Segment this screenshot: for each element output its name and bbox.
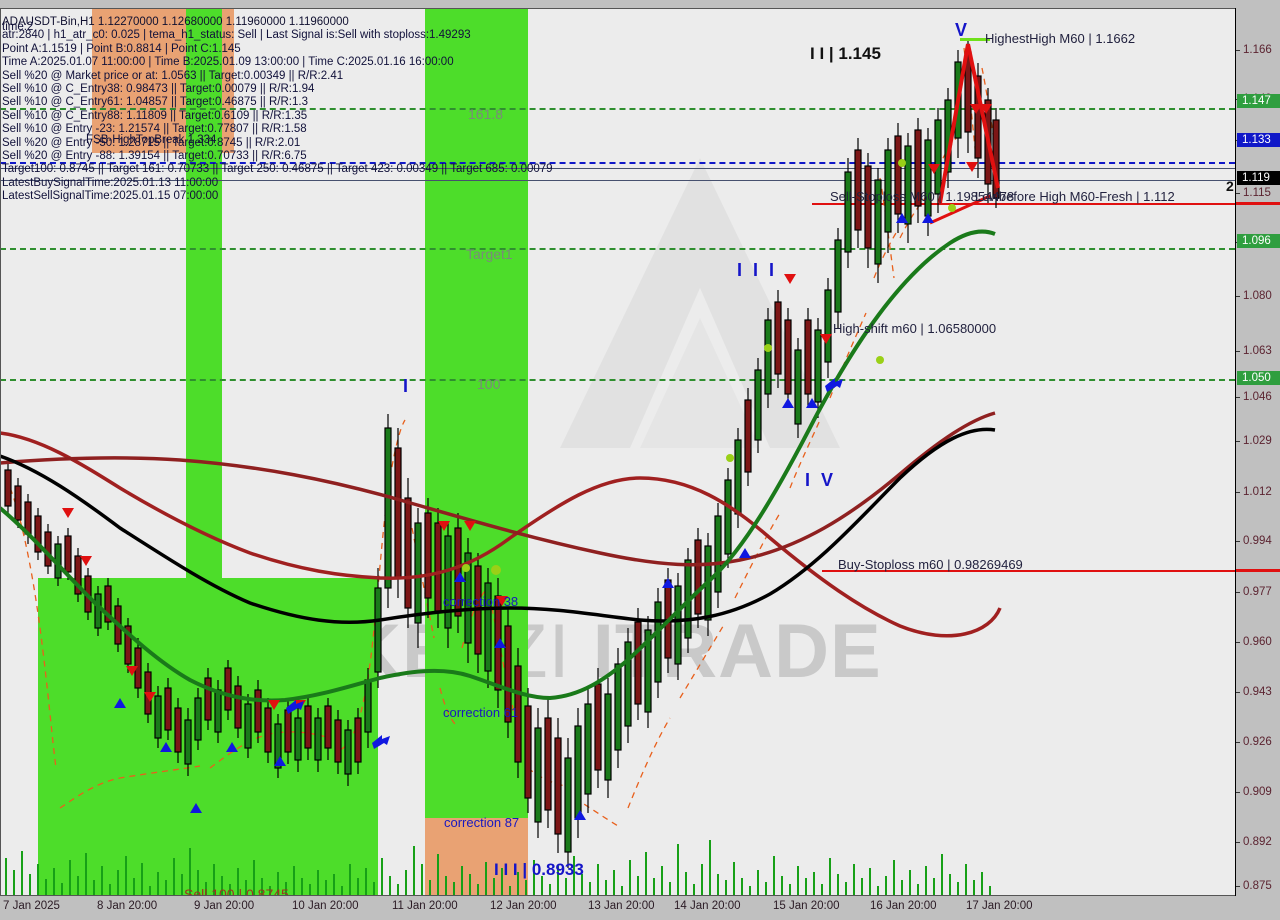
point-b-label: I I I | 0.8933 bbox=[494, 860, 584, 879]
time-tick: 14 Jan 20:00 bbox=[674, 900, 741, 912]
wave-marker-III: I I I bbox=[737, 260, 778, 280]
price-tick: 0.960 bbox=[1236, 636, 1280, 649]
time-tick: 8 Jan 20:00 bbox=[97, 900, 158, 912]
time-tick: 13 Jan 20:00 bbox=[588, 900, 655, 912]
price-tick: 0.943 bbox=[1236, 686, 1280, 699]
price-tick: 0.892 bbox=[1236, 836, 1280, 849]
fib-label-target1: Target1 bbox=[466, 246, 513, 262]
time-scale[interactable]: 7 Jan 2025 8 Jan 20:00 9 Jan 20:00 10 Ja… bbox=[0, 896, 1280, 920]
header-line-sell20-e88: Sell %20 @ Entry -88: 1.39154 || Target:… bbox=[2, 149, 307, 162]
header-line-times: Time A:2025.01.07 11:00:00 | Time B:2025… bbox=[2, 56, 454, 69]
header-line-sell10-c88: Sell %10 @ C_Entry88: 1.11809 || Target:… bbox=[2, 109, 308, 122]
time-tick: 12 Jan 20:00 bbox=[490, 900, 557, 912]
price-tick: 0.994 bbox=[1236, 535, 1280, 548]
time-tick: 17 Jan 20:00 bbox=[966, 900, 1033, 912]
price-tick: 0.875 bbox=[1236, 880, 1280, 893]
header-line-targets: Target100: 0.8745 || Target 161: 0.70733… bbox=[2, 163, 553, 176]
price-marker-red-lower bbox=[1236, 569, 1280, 572]
header-line-sell20-e50: Sell %20 @ Entry -50: 1.28715 || Target:… bbox=[2, 136, 301, 149]
fib-label-100: 100 bbox=[477, 376, 501, 392]
header-line-latest-buy: LatestBuySignalTime:2025.01.13 11:00:00 bbox=[2, 176, 219, 189]
price-badge-green-low: 1.050 bbox=[1237, 371, 1280, 385]
wave-marker-V: V bbox=[955, 20, 971, 40]
correction-61-label: correction 61 bbox=[443, 705, 519, 720]
header-line-sell20-market: Sell %20 @ Market price or at: 1.0563 ||… bbox=[2, 69, 344, 82]
price-tick: 1.012 bbox=[1236, 486, 1280, 499]
price-tick: 0.926 bbox=[1236, 736, 1280, 749]
price-badge-green-mid: 1.096 bbox=[1237, 234, 1280, 248]
price-tick: 1.046 bbox=[1236, 391, 1280, 404]
price-marker-red-upper bbox=[1236, 202, 1280, 205]
price-tick: 1.166 bbox=[1236, 44, 1280, 57]
price-tick: 1.080 bbox=[1236, 290, 1280, 303]
price-tick: 1.063 bbox=[1236, 345, 1280, 358]
scale-overlay-digit: 2 bbox=[1226, 178, 1234, 194]
high-shift-label: High-shift m60 | 1.06580000 bbox=[833, 321, 997, 336]
price-tick: 1.029 bbox=[1236, 435, 1280, 448]
header-line-atr: atr:2840 | h1_atr_c0: 0.025 | tema_h1_st… bbox=[2, 29, 471, 42]
correction-87-label: correction 87 bbox=[444, 815, 520, 830]
header-line-sell10-e23: Sell %10 @ Entry -23: 1.21574 || Target:… bbox=[2, 123, 307, 136]
time-tick: 15 Jan 20:00 bbox=[773, 900, 840, 912]
wave-marker-IV: I V bbox=[805, 470, 837, 490]
point-c-label: I I | 1.145 bbox=[810, 44, 881, 63]
price-scale[interactable]: 1.166 1.149 1.133 1.115 1.098 1.080 1.06… bbox=[1226, 8, 1280, 896]
header-line-latest-sell: LatestSellSignalTime:2025.01.15 07:00:00 bbox=[2, 190, 219, 203]
trading-chart-window: MARKETZI ITRADE bbox=[0, 0, 1280, 920]
correction-38-label: correction 38 bbox=[443, 594, 519, 609]
chart-plot-area[interactable]: MARKETZI ITRADE bbox=[0, 8, 1235, 896]
time-tick: 10 Jan 20:00 bbox=[292, 900, 359, 912]
low-before-high-label: Lowbefore High M60-Fresh | 1.112 bbox=[975, 189, 1175, 204]
price-tick: 1.115 bbox=[1236, 187, 1280, 200]
price-tick: 0.977 bbox=[1236, 586, 1280, 599]
sell-100-label: Sell 100 | 0.8745 bbox=[184, 886, 289, 896]
price-badge-black-last: 1.119 bbox=[1237, 171, 1280, 185]
highest-high-label: HighestHigh M60 | 1.1662 bbox=[985, 31, 1136, 46]
buy-stoploss-label: Buy-Stoploss m60 | 0.98269469 bbox=[838, 557, 1023, 572]
time-tick: 9 Jan 20:00 bbox=[194, 900, 255, 912]
time-tick: 16 Jan 20:00 bbox=[870, 900, 937, 912]
header-overlap-time: time:2 bbox=[2, 21, 34, 34]
header-line-points: Point A:1.1519 | Point B:0.8814 | Point … bbox=[2, 42, 241, 55]
time-tick: 11 Jan 20:00 bbox=[392, 900, 458, 912]
header-line-sell10-c61: Sell %10 @ C_Entry61: 1.04857 || Target:… bbox=[2, 96, 308, 109]
price-badge-blue-current: 1.133 bbox=[1237, 133, 1280, 147]
chart-info-header: ADAUSDT-Bin,H1 1.12270000 1.12680000 1.1… bbox=[2, 16, 553, 203]
price-tick: 0.909 bbox=[1236, 786, 1280, 799]
header-line-sell10-c38: Sell %10 @ C_Entry38: 0.98473 || Target:… bbox=[2, 82, 315, 95]
price-badge-green-high: 1.147 bbox=[1237, 94, 1280, 108]
header-overlap-fsb: FSB-HighTopBreak 1.334 bbox=[86, 134, 217, 146]
header-line-ohlc: ADAUSDT-Bin,H1 1.12270000 1.12680000 1.1… bbox=[2, 16, 349, 28]
wave-marker-I: I bbox=[403, 376, 412, 396]
time-tick: 7 Jan 2025 bbox=[3, 900, 60, 912]
